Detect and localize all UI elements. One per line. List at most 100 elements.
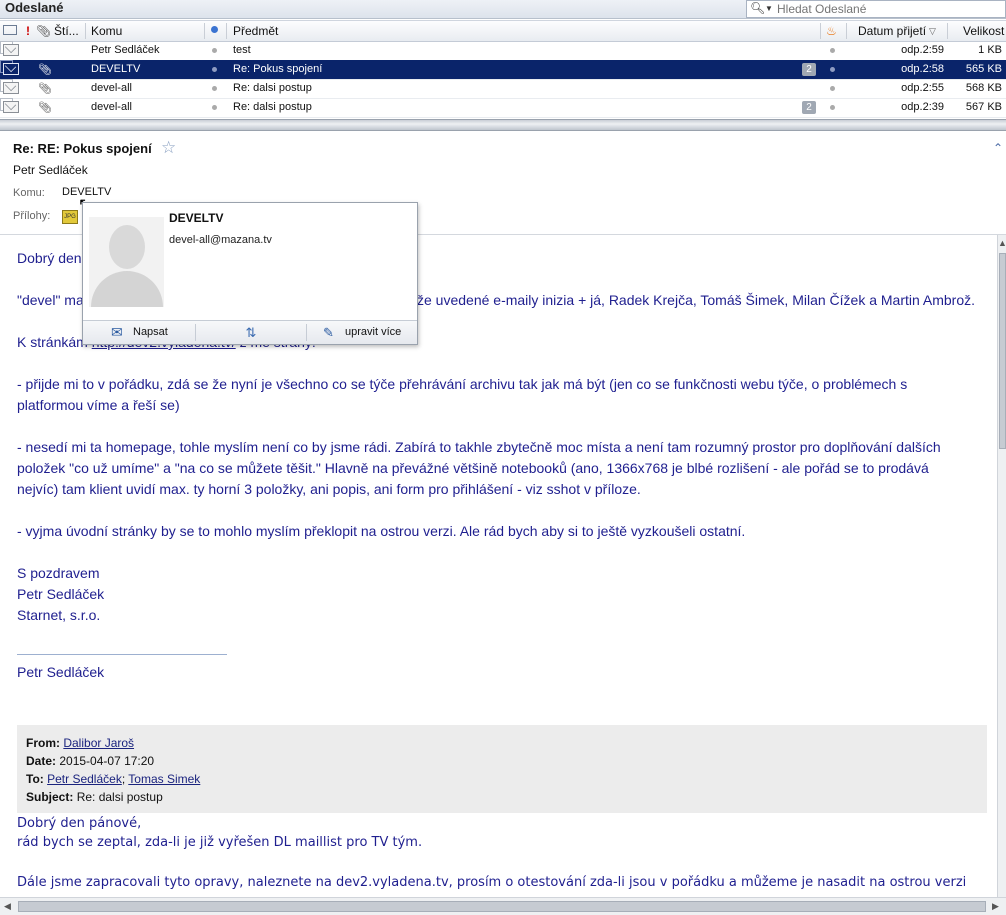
scroll-left-icon[interactable]: ◀ (4, 901, 11, 912)
unread-dot-icon[interactable] (212, 105, 217, 110)
unread-dot-icon[interactable] (212, 48, 217, 53)
column-header-velikost[interactable]: Velikost (963, 24, 1004, 38)
priority-column-icon[interactable]: ! (26, 24, 30, 38)
vertical-scroll-thumb[interactable] (999, 253, 1006, 449)
search-box[interactable]: 🔍︎ ▼ (746, 0, 1006, 18)
message-sender[interactable]: Petr Sedláček (13, 163, 88, 177)
to-label: Komu: (13, 187, 45, 199)
body-paragraph: - vyjma úvodní stránky by se to mohlo my… (17, 523, 746, 539)
attachment-icon: 📎︎ (38, 83, 52, 95)
attachment-column-icon[interactable]: 📎︎ (36, 24, 51, 38)
flame-dot-icon[interactable] (830, 48, 835, 53)
row-subject: Re: Pokus spojení (233, 63, 323, 75)
envelope-icon: ✉ (111, 324, 123, 340)
search-input[interactable] (777, 1, 999, 16)
row-to: DEVELTV (91, 63, 141, 75)
envelope-icon (3, 63, 19, 75)
pane-splitter[interactable] (0, 119, 1006, 131)
message-row[interactable]: 📎︎ DEVELTV Re: Pokus spojení 2 odp.2:58 … (0, 60, 1006, 80)
column-header-predmet[interactable]: Předmět (233, 24, 278, 38)
quote-date: 2015-04-07 17:20 (59, 754, 155, 768)
swap-arrows-icon[interactable]: ⇅ (196, 321, 306, 344)
contact-popup: DEVELTV devel-all@mazana.tv ✉ Napsat ⇅ ✎… (82, 202, 418, 345)
contact-actions: ✉ Napsat ⇅ ✎ upravit více (83, 320, 417, 344)
body-paragraph: - přijde mi to v pořádku, zdá se že nyní… (17, 376, 908, 392)
quoted-body-line: Dobrý den pánové, (17, 816, 142, 831)
row-size: 565 KB (965, 63, 1002, 75)
jpg-attachment-icon[interactable]: JPG (62, 210, 78, 224)
body-greeting: Dobrý den (17, 250, 82, 266)
attachment-icon: 📎︎ (38, 64, 52, 76)
row-subject: Re: dalsi postup (233, 82, 312, 94)
signature-line: Starnet, s.r.o. (17, 607, 101, 623)
row-to: devel-all (91, 101, 132, 113)
body-line-devel-start: "devel" ma (17, 292, 84, 308)
row-date: odp.2:55 (901, 82, 944, 94)
edit-icon: ✎ (323, 325, 334, 340)
envelope-icon (3, 101, 19, 113)
envelope-icon (3, 82, 19, 94)
contact-email[interactable]: devel-all@mazana.tv (169, 234, 272, 246)
body-paragraph: položek "co už umíme" a "na co se můžete… (17, 460, 929, 476)
signature-line: S pozdravem (17, 565, 100, 581)
message-row[interactable]: 📎︎ devel-all Re: dalsi postup 2 odp.2:39… (0, 98, 1006, 118)
signature-line: Petr Sedláček (17, 586, 105, 602)
body-paragraph: platformou víme a řeší se) (17, 397, 180, 413)
row-size: 568 KB (965, 82, 1002, 94)
collapse-header-icon[interactable]: ⌃ (993, 141, 1003, 155)
attachment-icon: 📎︎ (38, 102, 52, 114)
horizontal-scrollbar[interactable]: ◀ ▶ (0, 897, 1006, 915)
edit-more-button[interactable]: ✎ upravit více (307, 321, 417, 344)
scroll-up-icon[interactable]: ▲ (998, 238, 1006, 248)
unread-column-icon[interactable] (211, 26, 218, 33)
avatar (89, 217, 164, 307)
row-to: Petr Sedláček (91, 44, 160, 56)
row-subject: test (233, 44, 251, 56)
message-row[interactable]: 📎︎ devel-all Re: dalsi postup odp.2:55 5… (0, 79, 1006, 99)
thread-count-badge: 2 (802, 101, 816, 114)
row-size: 1 KB (978, 44, 1002, 56)
search-dropdown-icon[interactable]: ▼ (765, 4, 773, 13)
quoted-header: From: Dalibor Jaroš Date: 2015-04-07 17:… (17, 725, 987, 813)
signature-divider (17, 654, 227, 655)
unread-dot-icon[interactable] (212, 86, 217, 91)
flame-dot-icon[interactable] (830, 86, 835, 91)
row-date: odp.2:39 (901, 101, 944, 113)
quote-to-link[interactable]: Petr Sedláček (47, 772, 122, 786)
body-paragraph: - nesedí mi ta homepage, tohle myslím ne… (17, 439, 941, 455)
quote-from-link[interactable]: Dalibor Jaroš (63, 736, 134, 750)
write-button[interactable]: ✉ Napsat (83, 321, 195, 344)
signature-name: Petr Sedláček (17, 664, 105, 680)
thread-flame-column-icon[interactable]: ♨ (826, 24, 837, 38)
contact-name: DEVELTV (169, 211, 224, 225)
sort-desc-icon[interactable]: ▽ (929, 26, 936, 37)
thread-count-badge: 2 (802, 63, 816, 76)
read-status-column-icon[interactable] (3, 25, 17, 35)
vertical-scrollbar[interactable]: ▲ (997, 235, 1006, 897)
unread-dot-icon[interactable] (212, 67, 217, 72)
row-size: 567 KB (965, 101, 1002, 113)
horizontal-scroll-thumb[interactable] (18, 901, 986, 912)
search-icon[interactable]: 🔍︎ (750, 1, 765, 15)
quoted-body-line: Dále jsme zapracovali tyto opravy, nalez… (17, 875, 967, 890)
row-subject: Re: dalsi postup (233, 101, 312, 113)
attachments-label: Přílohy: (13, 210, 51, 222)
column-header-sti[interactable]: Ští... (54, 24, 79, 38)
row-date: odp.2:59 (901, 44, 944, 56)
flame-dot-icon[interactable] (830, 67, 835, 72)
message-row[interactable]: Petr Sedláček test odp.2:59 1 KB (0, 41, 1006, 61)
row-to: devel-all (91, 82, 132, 94)
scroll-right-icon[interactable]: ▶ (992, 901, 999, 912)
body-paragraph: nejvíc) tam klient uvidí max. ty horní 3… (17, 481, 641, 497)
quote-to-link[interactable]: Tomas Simek (128, 772, 200, 786)
row-date: odp.2:58 (901, 63, 944, 75)
column-header-datum[interactable]: Datum přijetí (858, 24, 926, 38)
star-icon[interactable]: ☆ (161, 138, 176, 158)
message-subject: Re: RE: Pokus spojení (13, 141, 152, 156)
quote-subject: Re: dalsi postup (76, 790, 163, 804)
body-line-devel-end: že uvedené e-maily inizia + já, Radek Kr… (417, 292, 976, 308)
column-header-komu[interactable]: Komu (91, 24, 122, 38)
quoted-body-line: rád bych se zeptal, zda-li je již vyřeše… (17, 835, 423, 850)
flame-dot-icon[interactable] (830, 105, 835, 110)
folder-title: Odeslané (5, 0, 64, 15)
